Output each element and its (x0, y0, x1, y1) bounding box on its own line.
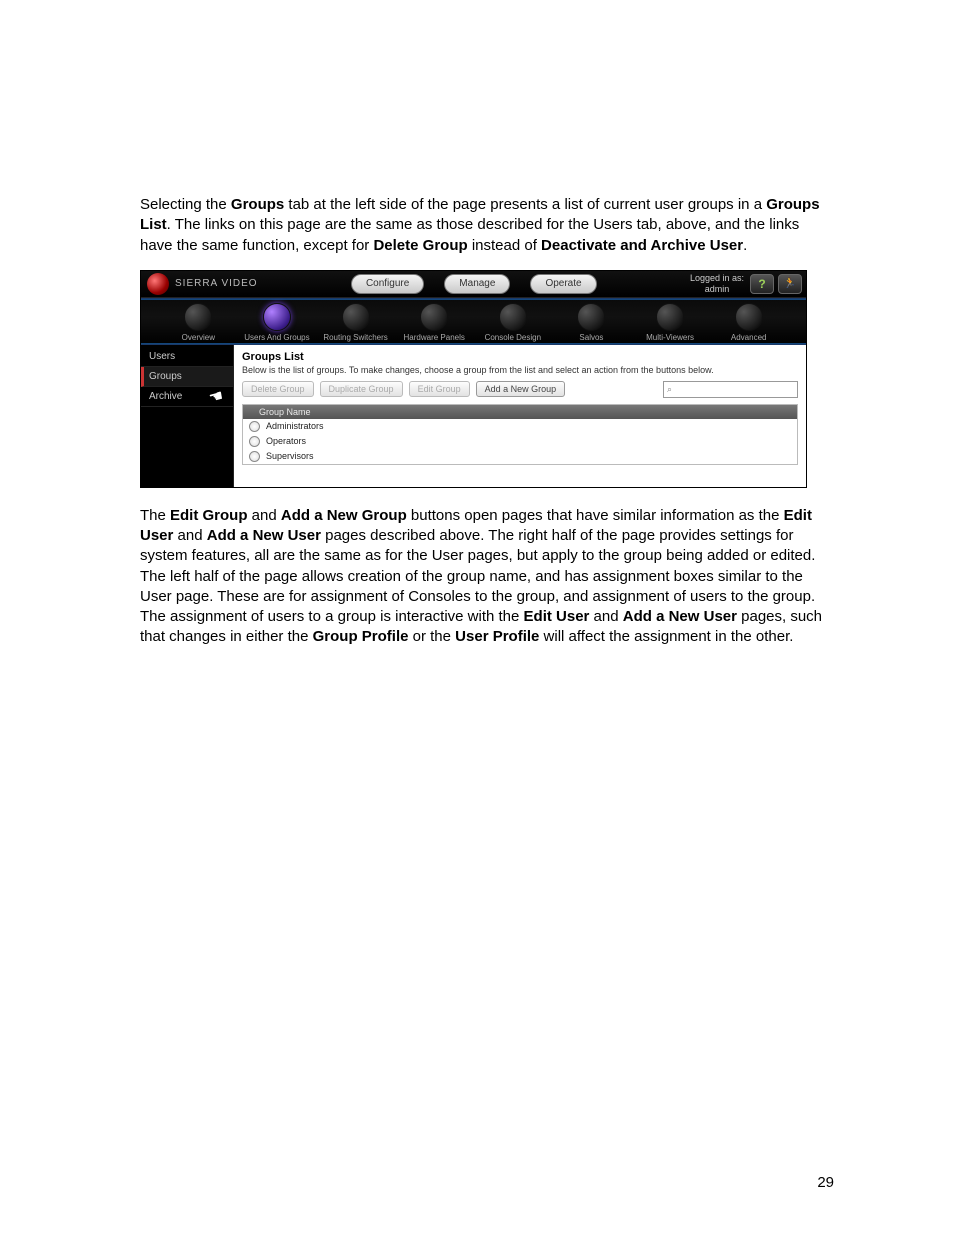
sidebar-item-groups[interactable]: Groups (141, 367, 233, 387)
table-row[interactable]: Operators (243, 434, 797, 449)
bold-text: Add a New User (207, 527, 321, 544)
subnav-salvos[interactable]: Salvos (558, 303, 625, 342)
toolbar: Delete Group Duplicate Group Edit Group … (242, 381, 798, 398)
bold-text: Add a New User (623, 608, 737, 625)
search-input[interactable]: ⌕ (663, 381, 798, 398)
text: or the (408, 628, 455, 645)
subnav-users-and-groups[interactable]: Users And Groups (244, 303, 311, 342)
page-number: 29 (817, 1174, 834, 1191)
cell: Administrators (266, 421, 324, 431)
side-tabs: Users Groups Archive ☚ (141, 345, 234, 487)
cell: Supervisors (266, 451, 314, 461)
label: Salvos (579, 333, 603, 342)
subnav-console-design[interactable]: Console Design (480, 303, 547, 342)
subnav-hardware-panels[interactable]: Hardware Panels (401, 303, 468, 342)
groups-table: Group Name Administrators Operators Supe… (242, 404, 798, 465)
orb-icon (184, 303, 212, 331)
top-nav: Configure Manage Operate (258, 274, 690, 294)
help-icon: ? (758, 277, 765, 291)
app-screenshot: SIERRA VIDEO Configure Manage Operate Lo… (140, 270, 807, 488)
paragraph-intro: Selecting the Groups tab at the left sid… (140, 195, 834, 256)
bold-text: Edit Group (170, 507, 248, 524)
paragraph-outro: The Edit Group and Add a New Group butto… (140, 506, 834, 648)
text: instead of (468, 237, 541, 254)
text: buttons open pages that have similar inf… (407, 507, 784, 524)
bold-text: Group Profile (313, 628, 409, 645)
nav-configure[interactable]: Configure (351, 274, 424, 294)
radio-icon[interactable] (249, 451, 260, 462)
label: Multi-Viewers (646, 333, 694, 342)
sidebar-item-users[interactable]: Users (141, 347, 233, 367)
nav-operate[interactable]: Operate (530, 274, 596, 294)
text: and (589, 608, 622, 625)
cell: Operators (266, 436, 306, 446)
text: The (140, 507, 170, 524)
label: Routing Switchers (323, 333, 387, 342)
delete-group-button[interactable]: Delete Group (242, 381, 314, 397)
text: will affect the assignment in the other. (539, 628, 793, 645)
subnav-overview[interactable]: Overview (165, 303, 232, 342)
edit-group-button[interactable]: Edit Group (409, 381, 470, 397)
text: and (173, 527, 206, 544)
bold-text: Deactivate and Archive User (541, 237, 743, 254)
bold-text: User Profile (455, 628, 539, 645)
table-row[interactable]: Supervisors (243, 449, 797, 464)
text: Logged in as: (690, 273, 744, 283)
panel-title: Groups List (242, 351, 798, 363)
subnav-routing-switchers[interactable]: Routing Switchers (322, 303, 389, 342)
orb-icon (263, 303, 291, 331)
bold-text: Edit User (524, 608, 590, 625)
label: Overview (182, 333, 215, 342)
radio-icon[interactable] (249, 436, 260, 447)
text: and (248, 507, 281, 524)
sub-nav: Overview Users And Groups Routing Switch… (141, 298, 806, 345)
orb-icon (420, 303, 448, 331)
subnav-multi-viewers[interactable]: Multi-Viewers (637, 303, 704, 342)
logged-in-label: Logged in as: admin (690, 273, 744, 295)
help-button[interactable]: ? (750, 274, 774, 294)
orb-icon (577, 303, 605, 331)
label: Advanced (731, 333, 767, 342)
top-bar: SIERRA VIDEO Configure Manage Operate Lo… (141, 271, 806, 298)
text: tab at the left side of the page present… (284, 196, 766, 213)
text: Selecting the (140, 196, 231, 213)
panel-description: Below is the list of groups. To make cha… (242, 365, 798, 375)
table-row[interactable]: Administrators (243, 419, 797, 434)
search-icon: ⌕ (667, 384, 672, 395)
label: Hardware Panels (404, 333, 465, 342)
add-new-group-button[interactable]: Add a New Group (476, 381, 566, 397)
radio-icon[interactable] (249, 421, 260, 432)
main-panel: Groups List Below is the list of groups.… (234, 345, 806, 487)
orb-icon (342, 303, 370, 331)
logo-icon (147, 273, 169, 295)
label: Users And Groups (244, 333, 309, 342)
label: Console Design (485, 333, 541, 342)
orb-icon (656, 303, 684, 331)
exit-button[interactable]: 🏃 (778, 274, 802, 294)
subnav-advanced[interactable]: Advanced (715, 303, 782, 342)
bold-text: Groups (231, 196, 284, 213)
bold-text: Delete Group (373, 237, 467, 254)
duplicate-group-button[interactable]: Duplicate Group (320, 381, 403, 397)
brand-label: SIERRA VIDEO (175, 278, 258, 289)
bold-text: Add a New Group (281, 507, 407, 524)
username: admin (705, 284, 730, 294)
column-header: Group Name (243, 405, 797, 419)
text: . (743, 237, 747, 254)
orb-icon (735, 303, 763, 331)
nav-manage[interactable]: Manage (444, 274, 510, 294)
exit-icon: 🏃 (784, 278, 796, 289)
orb-icon (499, 303, 527, 331)
